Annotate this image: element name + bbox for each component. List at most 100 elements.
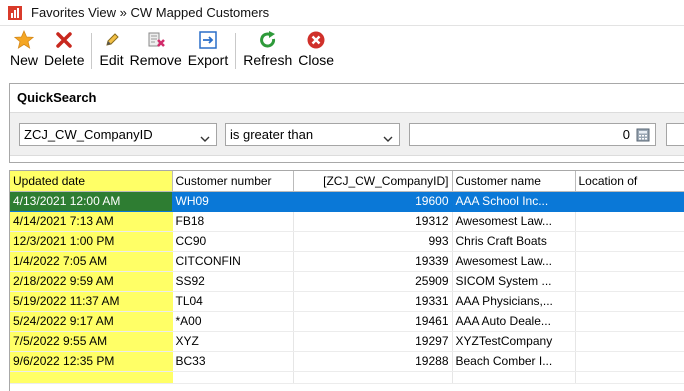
cell-customer-number: SS92 (172, 271, 294, 292)
quicksearch-title: QuickSearch (17, 90, 97, 105)
table-row[interactable]: 4/13/2021 12:00 AM WH09 19600 AAA School In… (10, 191, 684, 212)
cell-customer-number: XYZ (172, 331, 294, 352)
remove-button-label: Remove (129, 52, 182, 68)
empty-cell (172, 371, 294, 384)
table-row[interactable]: 9/6/2022 12:35 PM BC33 19288 Beach Comber I… (10, 351, 684, 372)
new-button-label: New (10, 52, 39, 68)
cell-location (575, 351, 684, 372)
cell-location (575, 271, 684, 292)
cell-company-id: 19297 (293, 331, 453, 352)
cell-updated-date: 4/14/2021 7:13 AM (10, 211, 173, 232)
table-row[interactable]: 1/4/2022 7:05 AM CITCONFIN 19339 Awesomest … (10, 251, 684, 272)
remove-button[interactable]: Remove (127, 29, 185, 68)
toolbar: New Delete Edit Remove Export Refresh Cl… (0, 26, 684, 72)
header-row: Updated date Customer number [ZCJ_CW_Com… (10, 171, 684, 192)
empty-cell (10, 371, 173, 384)
chevron-down-icon (383, 131, 393, 146)
cell-customer-name: Chris Craft Boats (452, 231, 576, 252)
table-row[interactable]: 12/3/2021 1:00 PM CC90 993 Chris Craft Boat… (10, 231, 684, 252)
toolbar-separator (91, 33, 93, 69)
column-header-customer-name[interactable]: Customer name (452, 171, 576, 192)
cell-company-id: 19288 (293, 351, 453, 372)
toolbar-separator (235, 33, 237, 69)
cell-location (575, 311, 684, 332)
cell-location (575, 291, 684, 312)
column-header-customer-number[interactable]: Customer number (172, 171, 294, 192)
cell-updated-date: 5/19/2022 11:37 AM (10, 291, 173, 312)
cell-customer-number: TL04 (172, 291, 294, 312)
data-grid: Updated date Customer number [ZCJ_CW_Com… (9, 170, 684, 391)
column-header-location[interactable]: Location of (575, 171, 684, 192)
refresh-icon (257, 29, 279, 51)
cell-customer-name: Beach Comber I... (452, 351, 576, 372)
table-row[interactable]: 2/18/2022 9:59 AM SS92 25909 SICOM System .… (10, 271, 684, 292)
cell-customer-name: Awesomest Law... (452, 211, 576, 232)
new-button[interactable]: New (7, 29, 41, 68)
cell-customer-name: AAA Physicians,... (452, 291, 576, 312)
column-header-company-id[interactable]: [ZCJ_CW_CompanyID] (293, 171, 453, 192)
delete-button-label: Delete (44, 52, 85, 68)
red-x-icon (53, 29, 75, 51)
cell-updated-date: 4/13/2021 12:00 AM (10, 191, 173, 212)
cell-location (575, 231, 684, 252)
customer-table: Updated date Customer number [ZCJ_CW_Com… (10, 171, 684, 384)
edit-button[interactable]: Edit (96, 29, 126, 68)
cell-customer-number: WH09 (172, 191, 294, 212)
cell-location (575, 211, 684, 232)
cell-location (575, 251, 684, 272)
operator-select[interactable]: is greater than (225, 123, 400, 146)
export-icon (197, 29, 219, 51)
cell-location (575, 191, 684, 212)
quicksearch-bar: ZCJ_CW_CompanyID is greater than 0 (10, 112, 684, 156)
cell-customer-name: AAA Auto Deale... (452, 311, 576, 332)
cell-customer-number: *A00 (172, 311, 294, 332)
cell-customer-number: CC90 (172, 231, 294, 252)
chevron-down-icon (200, 131, 210, 146)
edit-button-label: Edit (99, 52, 124, 68)
field-select[interactable]: ZCJ_CW_CompanyID (19, 123, 217, 146)
cell-company-id: 19461 (293, 311, 453, 332)
report-icon (7, 5, 23, 21)
cell-company-id: 19600 (293, 191, 453, 212)
empty-cell (293, 371, 453, 384)
quicksearch-panel: QuickSearch ZCJ_CW_CompanyID is greater … (9, 83, 684, 163)
empty-cell (452, 371, 576, 384)
value-input[interactable]: 0 (409, 123, 656, 146)
close-button[interactable]: Close (295, 29, 337, 68)
table-row[interactable]: 4/14/2021 7:13 AM FB18 19312 Awesomest Law.… (10, 211, 684, 232)
pencil-icon (101, 29, 123, 51)
calculator-icon[interactable] (636, 128, 650, 145)
cell-company-id: 993 (293, 231, 453, 252)
refresh-button-label: Refresh (243, 52, 293, 68)
value-input-text: 0 (622, 127, 630, 142)
cell-customer-name: XYZTestCompany (452, 331, 576, 352)
export-button[interactable]: Export (185, 29, 231, 68)
cell-updated-date: 2/18/2022 9:59 AM (10, 271, 173, 292)
delete-button[interactable]: Delete (41, 29, 87, 68)
table-row[interactable]: 5/24/2022 9:17 AM *A00 19461 AAA Auto Deale… (10, 311, 684, 332)
cell-updated-date: 12/3/2021 1:00 PM (10, 231, 173, 252)
cell-updated-date: 7/5/2022 9:55 AM (10, 331, 173, 352)
window-title: Favorites View » CW Mapped Customers (31, 5, 270, 20)
close-circle-icon (305, 29, 327, 51)
cell-updated-date: 5/24/2022 9:17 AM (10, 311, 173, 332)
cell-company-id: 19312 (293, 211, 453, 232)
table-row[interactable]: 5/19/2022 11:37 AM TL04 19331 AAA Physician… (10, 291, 684, 312)
cell-customer-name: AAA School Inc... (452, 191, 576, 212)
cell-updated-date: 1/4/2022 7:05 AM (10, 251, 173, 272)
cell-customer-name: SICOM System ... (452, 271, 576, 292)
cell-location (575, 331, 684, 352)
search-action-box[interactable] (666, 123, 684, 146)
cell-company-id: 25909 (293, 271, 453, 292)
empty-row (10, 371, 684, 384)
table-body: 4/13/2021 12:00 AM WH09 19600 AAA School In… (10, 191, 684, 384)
cell-customer-number: BC33 (172, 351, 294, 372)
table-row[interactable]: 7/5/2022 9:55 AM XYZ 19297 XYZTestCompany (10, 331, 684, 352)
cell-customer-number: CITCONFIN (172, 251, 294, 272)
column-header-updated-date[interactable]: Updated date (10, 171, 173, 192)
refresh-button[interactable]: Refresh (240, 29, 295, 68)
remove-icon (145, 29, 167, 51)
operator-select-value: is greater than (230, 127, 314, 142)
title-bar: Favorites View » CW Mapped Customers (0, 0, 684, 26)
field-select-value: ZCJ_CW_CompanyID (24, 127, 153, 142)
